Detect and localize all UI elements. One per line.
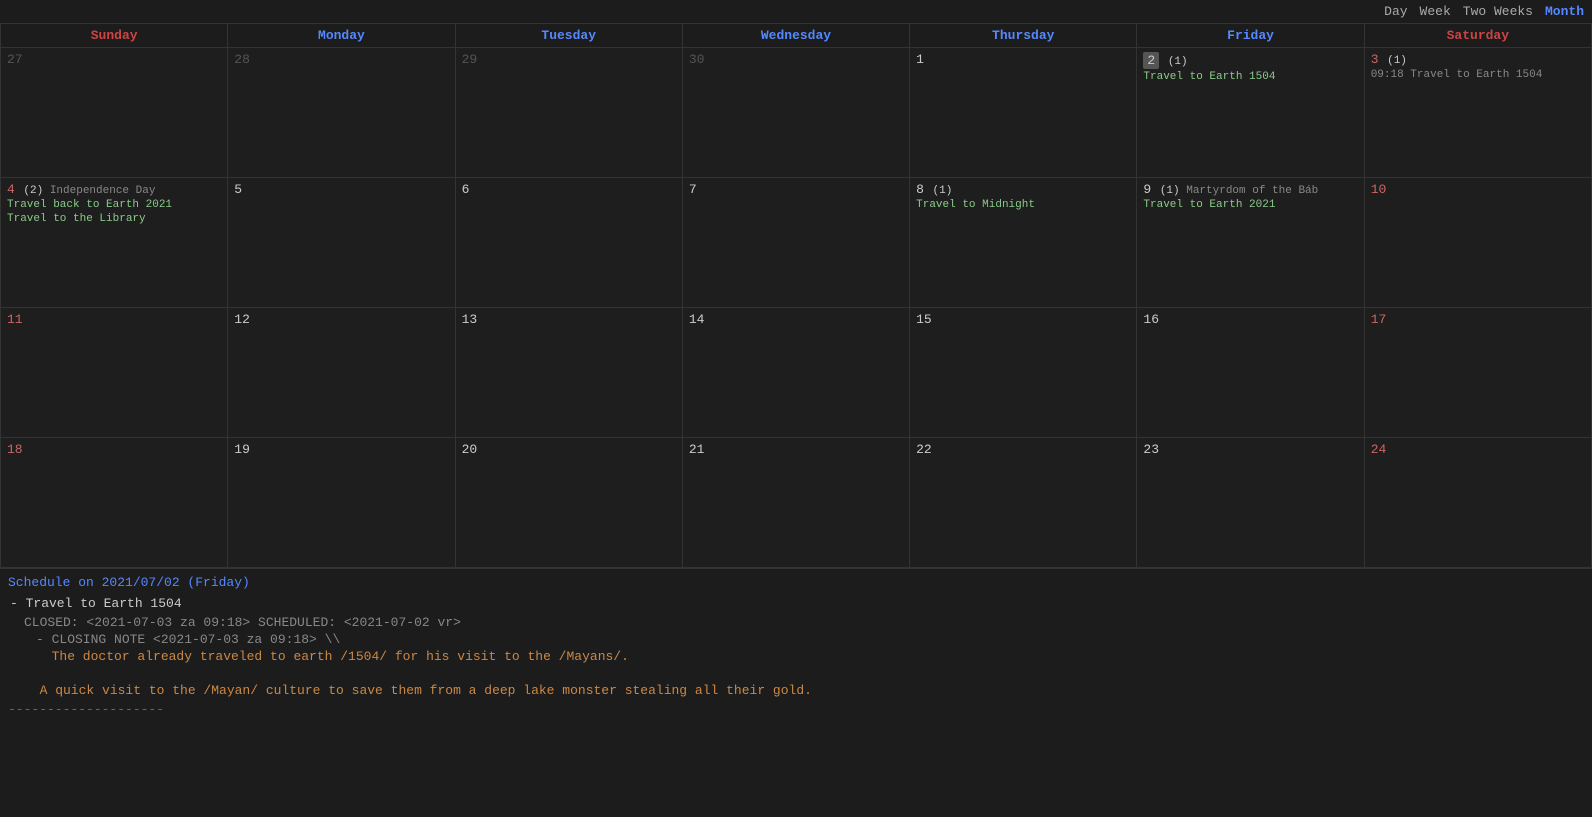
day-number: 6 — [462, 182, 470, 197]
event-closing-note-label: - CLOSING NOTE <2021-07-03 za 09:18> \\ — [36, 632, 1584, 647]
day-number: 4 — [7, 182, 15, 197]
col-tuesday: Tuesday — [455, 24, 682, 48]
day-number: 11 — [7, 312, 23, 327]
day-number: 9 — [1143, 182, 1151, 197]
calendar-cell-13[interactable]: 13 — [455, 308, 682, 438]
day-number: 21 — [689, 442, 705, 457]
calendar-cell-19[interactable]: 19 — [228, 438, 455, 568]
week-view-button[interactable]: Week — [1420, 4, 1451, 19]
calendar-cell-28[interactable]: 28 — [228, 48, 455, 178]
event-closed: CLOSED: <2021-07-03 za 09:18> SCHEDULED:… — [24, 615, 1584, 630]
calendar-cell-1[interactable]: 1 — [910, 48, 1137, 178]
calendar-cell-10[interactable]: 10 — [1364, 178, 1591, 308]
event-description: A quick visit to the /Mayan/ culture to … — [24, 683, 1584, 698]
schedule-divider: -------------------- — [8, 702, 1584, 717]
calendar-cell-6[interactable]: 6 — [455, 178, 682, 308]
calendar-cell-24[interactable]: 24 — [1364, 438, 1591, 568]
event-item[interactable]: Travel to the Library — [7, 213, 221, 225]
calendar-cell-14[interactable]: 14 — [682, 308, 909, 438]
calendar-cell-2[interactable]: 2 (1) Travel to Earth 1504 — [1137, 48, 1364, 178]
col-sunday: Sunday — [1, 24, 228, 48]
day-number: 30 — [689, 52, 705, 67]
calendar-grid: Sunday Monday Tuesday Wednesday Thursday… — [0, 23, 1592, 568]
calendar-cell-3[interactable]: 3 (1) 09:18 Travel to Earth 1504 — [1364, 48, 1591, 178]
prev-button[interactable] — [24, 10, 32, 14]
col-saturday: Saturday — [1364, 24, 1591, 48]
next-button[interactable] — [38, 10, 46, 14]
calendar-cell-7[interactable]: 7 — [682, 178, 909, 308]
event-title: - Travel to Earth 1504 — [10, 596, 1584, 611]
event-count-badge: (1) — [1153, 185, 1179, 197]
calendar-cell-4[interactable]: 4 (2) Independence Day Travel back to Ear… — [1, 178, 228, 308]
schedule-section: Schedule on 2021/07/02 (Friday) - Travel… — [0, 568, 1592, 723]
holiday-label: Martyrdom of the Báb — [1180, 185, 1319, 197]
day-number: 23 — [1143, 442, 1159, 457]
day-number: 19 — [234, 442, 250, 457]
day-number: 1 — [916, 52, 924, 67]
event-item[interactable]: Travel to Earth 1504 — [1143, 71, 1357, 83]
event-count-badge: (2) — [17, 185, 43, 197]
calendar-cell-23[interactable]: 23 — [1137, 438, 1364, 568]
two-weeks-view-button[interactable]: Two Weeks — [1463, 4, 1533, 19]
navigation-buttons — [24, 10, 64, 14]
event-item[interactable]: Travel back to Earth 2021 — [7, 199, 221, 211]
day-number: 3 — [1371, 52, 1379, 67]
event-item[interactable]: 09:18 Travel to Earth 1504 — [1371, 69, 1585, 81]
calendar-cell-30[interactable]: 30 — [682, 48, 909, 178]
day-number: 7 — [689, 182, 697, 197]
event-count-badge: (1) — [926, 185, 952, 197]
calendar-cell-20[interactable]: 20 — [455, 438, 682, 568]
calendar-header: Day Week Two Weeks Month — [0, 0, 1592, 23]
calendar-cell-18[interactable]: 18 — [1, 438, 228, 568]
col-friday: Friday — [1137, 24, 1364, 48]
day-number: 2 — [1143, 52, 1159, 69]
calendar-cell-27[interactable]: 27 — [1, 48, 228, 178]
calendar-cell-8[interactable]: 8 (1) Travel to Midnight — [910, 178, 1137, 308]
day-number: 15 — [916, 312, 932, 327]
event-closing-note-text: The doctor already traveled to earth /15… — [36, 649, 1584, 664]
day-number: 8 — [916, 182, 924, 197]
day-number: 18 — [7, 442, 23, 457]
month-view-button[interactable]: Month — [1545, 4, 1584, 19]
day-number: 13 — [462, 312, 478, 327]
col-thursday: Thursday — [910, 24, 1137, 48]
calendar-cell-15[interactable]: 15 — [910, 308, 1137, 438]
day-number: 24 — [1371, 442, 1387, 457]
col-wednesday: Wednesday — [682, 24, 909, 48]
day-number: 12 — [234, 312, 250, 327]
col-monday: Monday — [228, 24, 455, 48]
calendar-cell-21[interactable]: 21 — [682, 438, 909, 568]
day-view-button[interactable]: Day — [1384, 4, 1407, 19]
event-item[interactable]: Travel to Midnight — [916, 199, 1130, 211]
day-number: 29 — [462, 52, 478, 67]
event-item[interactable]: Travel to Earth 2021 — [1143, 199, 1357, 211]
calendar-cell-9[interactable]: 9 (1) Martyrdom of the Báb Travel to Eart… — [1137, 178, 1364, 308]
day-number: 5 — [234, 182, 242, 197]
view-selector: Day Week Two Weeks Month — [1384, 4, 1584, 19]
day-number: 20 — [462, 442, 478, 457]
schedule-title: Schedule on 2021/07/02 (Friday) — [8, 575, 1584, 590]
day-number: 16 — [1143, 312, 1159, 327]
day-number: 14 — [689, 312, 705, 327]
event-count-badge: (1) — [1161, 56, 1187, 68]
day-number: 27 — [7, 52, 23, 67]
schedule-event: - Travel to Earth 1504 CLOSED: <2021-07-… — [8, 596, 1584, 698]
day-number: 10 — [1371, 182, 1387, 197]
day-number: 28 — [234, 52, 250, 67]
calendar-cell-16[interactable]: 16 — [1137, 308, 1364, 438]
day-number: 17 — [1371, 312, 1387, 327]
calendar-cell-17[interactable]: 17 — [1364, 308, 1591, 438]
today-button[interactable] — [52, 10, 64, 14]
event-count-badge: (1) — [1381, 55, 1407, 67]
calendar-cell-5[interactable]: 5 — [228, 178, 455, 308]
calendar-cell-22[interactable]: 22 — [910, 438, 1137, 568]
calendar-cell-29[interactable]: 29 — [455, 48, 682, 178]
holiday-label: Independence Day — [43, 185, 155, 197]
day-number: 22 — [916, 442, 932, 457]
calendar-cell-12[interactable]: 12 — [228, 308, 455, 438]
calendar-cell-11[interactable]: 11 — [1, 308, 228, 438]
